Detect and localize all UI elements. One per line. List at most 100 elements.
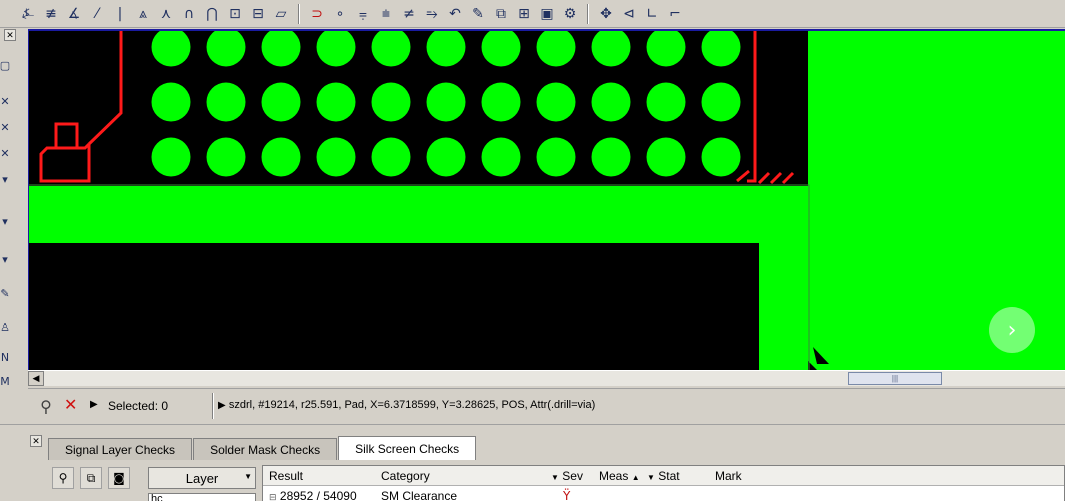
text-m-icon[interactable]: M (0, 374, 10, 388)
via-pad[interactable] (701, 31, 741, 67)
column-mark[interactable]: Mark (715, 469, 742, 483)
box-flag-icon[interactable]: ⊟ (248, 4, 268, 24)
column-stat[interactable]: ▼ Stat (647, 469, 680, 483)
layer-dropdown[interactable]: Layer ▼ (148, 467, 256, 489)
via-pad[interactable] (701, 82, 741, 122)
dropdown-icon[interactable]: ▾ (0, 214, 10, 228)
close-icon[interactable]: ✕ (30, 435, 42, 447)
bar-icon[interactable]: | (110, 4, 130, 24)
chevron-down-icon: ▼ (244, 472, 252, 481)
diagonal-icon[interactable]: ⁄ (87, 4, 107, 24)
via-pad[interactable] (536, 137, 576, 177)
via-pad[interactable] (536, 31, 576, 67)
horizontal-scrollbar[interactable]: ◀ ||| (28, 370, 1065, 386)
via-pad[interactable] (316, 31, 356, 67)
via-pad[interactable] (371, 31, 411, 67)
via-pad[interactable] (426, 82, 466, 122)
box-up-icon[interactable]: ⊡ (225, 4, 245, 24)
layers-icon[interactable]: ⧉ (80, 467, 102, 489)
via-pad[interactable] (591, 31, 631, 67)
italic-box-icon[interactable]: ▱ (271, 4, 291, 24)
via-pad[interactable] (481, 31, 521, 67)
filter-icon[interactable]: ⚲ (52, 467, 74, 489)
tree-expand-icon[interactable]: ⊟ (269, 493, 277, 501)
edit-box-icon[interactable]: ▣ (537, 4, 557, 24)
via-small-icon[interactable]: ∘ (330, 4, 350, 24)
slide-d-icon[interactable]: ⥱ (422, 4, 442, 24)
dropdown-icon[interactable]: ▾ (0, 252, 10, 266)
via-pad[interactable] (371, 137, 411, 177)
via-pad[interactable] (151, 31, 191, 67)
copper-trace-vertical (759, 243, 808, 370)
column-meas[interactable]: Meas ▲ (599, 469, 640, 483)
add-box-icon[interactable]: ⊞ (514, 4, 534, 24)
via-pad[interactable] (646, 82, 686, 122)
clip-icon[interactable]: ⧉ (491, 4, 511, 24)
tab-signal-layer-checks[interactable]: Signal Layer Checks (48, 438, 193, 460)
arch-a-icon[interactable]: ∩ (179, 4, 199, 24)
via-pad[interactable] (481, 137, 521, 177)
tab-silk-screen-checks[interactable]: Silk Screen Checks (338, 436, 477, 460)
via-pad[interactable] (261, 137, 301, 177)
stamp-icon[interactable]: ♙ (0, 320, 10, 334)
scrollbar-thumb[interactable]: ||| (848, 372, 942, 385)
via-pad[interactable] (371, 82, 411, 122)
chevron-right-icon[interactable]: › (989, 307, 1035, 353)
delete-icon[interactable]: ✕ (0, 120, 10, 134)
via-pad[interactable] (206, 82, 246, 122)
dropdown-icon[interactable]: ▾ (0, 172, 10, 186)
selection-info: ▶ szdrl, #19214, r25.591, Pad, X=6.37185… (218, 399, 595, 411)
pen-icon[interactable]: ✎ (468, 4, 488, 24)
via-pad[interactable] (591, 82, 631, 122)
via-pad[interactable] (316, 137, 356, 177)
via-pad[interactable] (261, 82, 301, 122)
slide-b-icon[interactable]: ⩧ (376, 4, 396, 24)
filter-icon[interactable]: ⚲ (34, 395, 58, 417)
clear-selection-icon[interactable]: ✕ (64, 397, 77, 413)
angle-icon[interactable]: ∡ (64, 4, 84, 24)
via-pad[interactable] (426, 137, 466, 177)
via-pad[interactable] (701, 137, 741, 177)
text-n-icon[interactable]: N (0, 350, 10, 364)
via-pad[interactable] (481, 82, 521, 122)
shape-c-icon[interactable]: ⌐ (665, 4, 685, 24)
shape-b-icon[interactable]: ∟ (642, 4, 662, 24)
layer-input[interactable]: hc (148, 493, 256, 501)
delete-icon[interactable]: ✕ (0, 146, 10, 160)
via-pad[interactable] (591, 137, 631, 177)
via-pad[interactable] (206, 31, 246, 67)
via-pad[interactable] (426, 31, 466, 67)
camera-icon[interactable]: ◙ (108, 467, 130, 489)
via-pad[interactable] (261, 31, 301, 67)
curve-icon[interactable]: ↶ (445, 4, 465, 24)
frame-icon[interactable]: ▢ (0, 58, 10, 72)
column-result[interactable]: Result (269, 469, 303, 483)
column-category[interactable]: Category (381, 469, 430, 483)
arch-b-icon[interactable]: ⋂ (202, 4, 222, 24)
via-pad[interactable] (646, 137, 686, 177)
pcb-canvas[interactable]: › (28, 29, 1065, 370)
via-pad[interactable] (206, 137, 246, 177)
fork-icon[interactable]: ⋏ (156, 4, 176, 24)
triangle-icon[interactable]: ⩓ (133, 4, 153, 24)
close-icon[interactable]: ✕ (4, 29, 16, 41)
scroll-left-arrow-icon[interactable]: ◀ (28, 371, 44, 386)
via-pad[interactable] (536, 82, 576, 122)
delete-icon[interactable]: ✕ (0, 94, 10, 108)
column-sev[interactable]: ▼ Sev (551, 469, 583, 483)
magnet-icon[interactable]: ⊃ (307, 4, 327, 24)
dragon-icon[interactable]: ⚙ (560, 4, 580, 24)
probe-icon[interactable]: ⍼ (18, 4, 38, 24)
edit-icon[interactable]: ✎ (0, 286, 10, 300)
move-icon[interactable]: ✥ (596, 4, 616, 24)
tab-solder-mask-checks[interactable]: Solder Mask Checks (193, 438, 338, 460)
via-pad[interactable] (646, 31, 686, 67)
shape-a-icon[interactable]: ⊲ (619, 4, 639, 24)
slide-c-icon[interactable]: ≠ (399, 4, 419, 24)
via-pad[interactable] (151, 82, 191, 122)
via-pad[interactable] (151, 137, 191, 177)
route-icon[interactable]: ≢ (41, 4, 61, 24)
slide-a-icon[interactable]: ⩦ (353, 4, 373, 24)
via-pad[interactable] (316, 82, 356, 122)
table-row[interactable]: ⊟ 28952 / 54090 SM Clearance Ÿ (263, 487, 1064, 501)
